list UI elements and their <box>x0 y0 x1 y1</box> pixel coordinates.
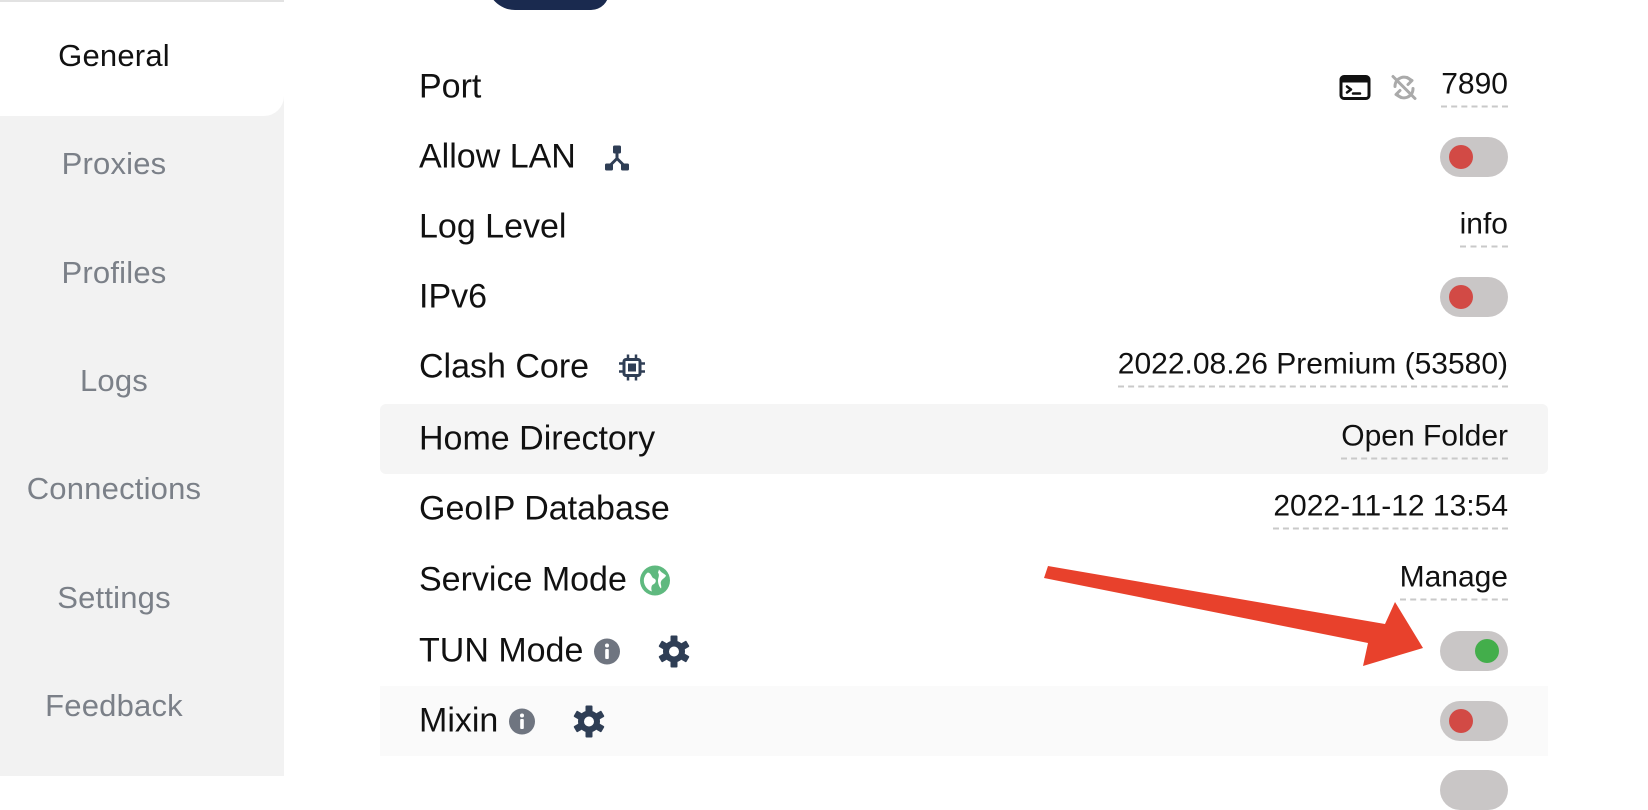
service-mode-label: Service Mode <box>419 560 627 599</box>
clash-core-version[interactable]: 2022.08.26 Premium (53580) <box>1117 347 1508 388</box>
annotation-arrow-icon <box>1044 566 1423 666</box>
allow-lan-label: Allow LAN <box>419 137 576 176</box>
port-value[interactable]: 7890 <box>1441 67 1508 108</box>
toggle-knob <box>1449 709 1473 733</box>
terminal-icon[interactable] <box>1339 74 1371 100</box>
tun-mode-label: TUN Mode <box>419 631 584 670</box>
toggle-knob <box>1449 145 1473 169</box>
info-icon[interactable] <box>508 707 536 735</box>
geoip-database-date[interactable]: 2022-11-12 13:54 <box>1273 489 1508 530</box>
gear-icon[interactable] <box>657 634 691 668</box>
info-icon[interactable] <box>593 637 621 665</box>
sidebar-item-proxies[interactable]: Proxies <box>0 146 228 182</box>
geoip-database-label: GeoIP Database <box>419 489 670 528</box>
port-label: Port <box>419 67 482 106</box>
tun-mode-toggle[interactable] <box>1440 631 1508 671</box>
sidebar-item-profiles[interactable]: Profiles <box>0 255 228 291</box>
allow-lan-toggle[interactable] <box>1440 137 1508 177</box>
mixin-label: Mixin <box>419 701 499 740</box>
setting-row-port: Port 7890 <box>380 52 1548 122</box>
ipv6-toggle[interactable] <box>1440 277 1508 317</box>
sidebar-item-connections[interactable]: Connections <box>0 471 228 507</box>
chip-icon[interactable] <box>617 352 647 382</box>
setting-row-ipv6: IPv6 <box>380 262 1548 332</box>
log-level-label: Log Level <box>419 207 567 246</box>
sidebar-item-general[interactable]: General <box>0 38 228 74</box>
setting-row-log-level: Log Level info <box>380 192 1548 262</box>
mixin-toggle[interactable] <box>1440 701 1508 741</box>
setting-row-mixin: Mixin <box>380 686 1548 756</box>
globe-icon <box>639 564 671 596</box>
setting-row-home-directory: Home Directory Open Folder <box>380 404 1548 474</box>
setting-row-geoip-database: GeoIP Database 2022-11-12 13:54 <box>380 474 1548 544</box>
setting-row-allow-lan: Allow LAN <box>380 122 1548 192</box>
gear-icon[interactable] <box>572 704 606 738</box>
log-level-value[interactable]: info <box>1459 207 1508 248</box>
network-icon <box>602 142 632 172</box>
toggle-knob <box>1475 639 1499 663</box>
home-directory-label: Home Directory <box>419 419 656 458</box>
clash-core-label: Clash Core <box>419 347 590 386</box>
sidebar-item-settings[interactable]: Settings <box>0 580 228 616</box>
toggle-knob <box>1449 285 1473 309</box>
next-row-toggle-partial[interactable] <box>1440 770 1508 810</box>
app-logo-fragment <box>487 0 609 10</box>
random-port-icon[interactable] <box>1389 72 1419 102</box>
sidebar-item-feedback[interactable]: Feedback <box>0 688 228 724</box>
sidebar-item-logs[interactable]: Logs <box>0 363 228 399</box>
setting-row-clash-core: Clash Core 2022.08.26 Premium (53580) <box>380 332 1548 402</box>
open-folder-button[interactable]: Open Folder <box>1341 419 1508 460</box>
sidebar: General Proxies Profiles Logs Connection… <box>0 0 284 776</box>
ipv6-label: IPv6 <box>419 277 488 316</box>
